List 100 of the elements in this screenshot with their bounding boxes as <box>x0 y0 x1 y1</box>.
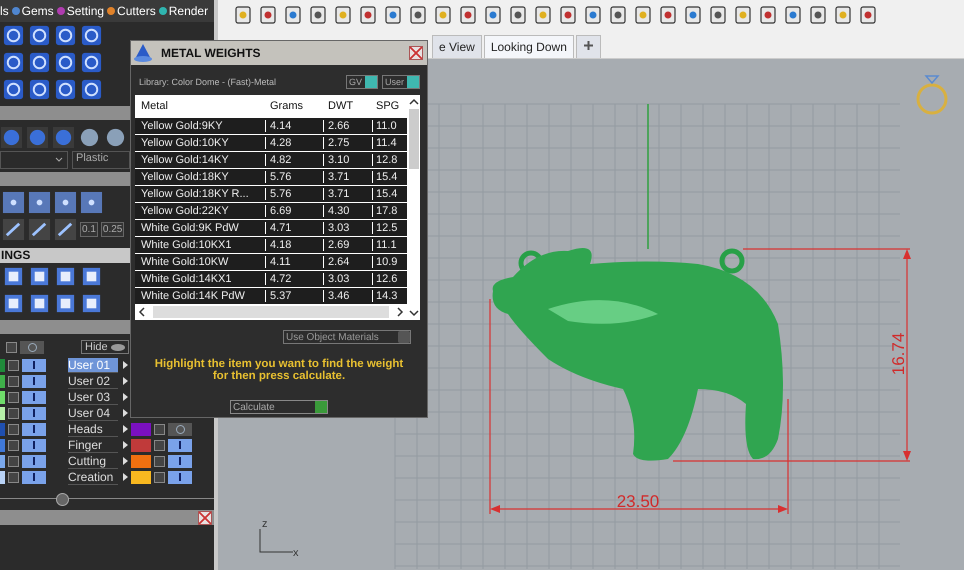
chevron-left-icon[interactable] <box>138 307 146 317</box>
snap-icon[interactable] <box>28 191 51 214</box>
tool-icon[interactable] <box>54 78 77 101</box>
table-cell-text: Yellow Gold:22KY <box>140 205 230 217</box>
chevron-down-icon[interactable] <box>408 309 418 317</box>
layer-color-swatch[interactable] <box>131 422 151 436</box>
column-header[interactable]: Metal <box>135 100 265 112</box>
tool-icon[interactable] <box>2 51 25 74</box>
layer-color-swatch[interactable] <box>0 454 5 468</box>
layer-color-swatch[interactable] <box>0 422 5 436</box>
menu-tab[interactable]: Gems <box>12 4 54 18</box>
tool-icon[interactable] <box>2 265 25 288</box>
column-header[interactable]: SPG <box>372 100 407 112</box>
tool-icon[interactable] <box>54 24 77 47</box>
layer-color-swatch[interactable] <box>0 374 5 388</box>
table-cell: 3.71 <box>323 188 372 200</box>
tool-icon[interactable] <box>80 51 103 74</box>
visibility-toggle[interactable] <box>20 340 44 354</box>
tool-icon[interactable] <box>28 78 51 101</box>
snap-icon[interactable] <box>2 191 25 214</box>
number-field[interactable]: 0.25 <box>100 222 124 237</box>
layer-name[interactable]: Creation <box>68 470 118 484</box>
close-icon[interactable] <box>409 46 423 60</box>
table-cell: 12.6 <box>372 273 407 285</box>
column-header[interactable]: Grams <box>265 100 323 112</box>
tool-icon[interactable] <box>54 265 77 288</box>
visibility-toggle[interactable] <box>22 374 46 388</box>
close-icon[interactable] <box>198 511 212 525</box>
table-cell: 2.69 <box>323 239 372 251</box>
visibility-toggle[interactable] <box>22 406 46 420</box>
visibility-toggle[interactable] <box>22 422 46 436</box>
toggle-switch[interactable]: User <box>382 75 420 89</box>
hide-toggle[interactable]: Hide <box>81 340 129 354</box>
add-tab-button[interactable] <box>576 35 601 58</box>
tool-icon[interactable] <box>54 51 77 74</box>
menu-tab[interactable]: Cutters <box>107 4 156 18</box>
visibility-toggle[interactable] <box>22 390 46 404</box>
visibility-toggle[interactable] <box>168 470 192 484</box>
use-object-materials-toggle[interactable]: Use Object Materials <box>283 330 411 344</box>
layer-color-swatch[interactable] <box>131 470 151 484</box>
dimension-label: 16.74 <box>889 332 908 376</box>
checkbox[interactable] <box>398 331 410 343</box>
calculate-button[interactable]: Calculate <box>230 400 328 414</box>
tool-icon[interactable] <box>2 24 25 47</box>
number-field[interactable]: 0.1 <box>80 222 98 237</box>
visibility-toggle[interactable] <box>168 454 192 468</box>
table-cell-text: White Gold:14KX1 <box>140 273 232 285</box>
dialog-title: METAL WEIGHTS <box>161 46 262 60</box>
visibility-toggle[interactable] <box>22 470 46 484</box>
snap-icon[interactable] <box>54 191 77 214</box>
tool-icon[interactable] <box>2 78 25 101</box>
layer-name[interactable]: Finger <box>68 438 118 452</box>
tool-icon[interactable] <box>80 265 103 288</box>
table-cell: 4.18 <box>265 239 323 251</box>
tool-icon[interactable] <box>2 292 25 315</box>
visibility-toggle[interactable] <box>22 358 46 372</box>
layer-name[interactable]: User 03 <box>68 390 118 404</box>
layer-color-swatch[interactable] <box>0 390 5 404</box>
tool-icon[interactable] <box>80 78 103 101</box>
menu-tab[interactable]: ls <box>0 4 9 18</box>
tool-icon[interactable] <box>80 292 103 315</box>
table-cell-text: Yellow Gold:18KY <box>140 171 230 183</box>
chevron-right-icon[interactable] <box>396 307 404 317</box>
layer-color-swatch[interactable] <box>0 406 5 420</box>
toggle-switch[interactable]: GV <box>346 75 378 89</box>
table-cell: 4.11 <box>265 256 323 268</box>
layer-name[interactable]: Heads <box>68 422 118 436</box>
table-cell: 3.71 <box>323 171 372 183</box>
material-dropdown[interactable]: Plastic <box>72 151 130 169</box>
layer-name[interactable]: Cutting <box>68 454 118 468</box>
table-cell: 15.4 <box>372 171 407 183</box>
menu-tab[interactable]: Render <box>158 4 208 18</box>
view-tab[interactable]: e View <box>432 35 482 58</box>
tool-icon[interactable] <box>28 265 51 288</box>
layer-color-swatch[interactable] <box>0 470 5 484</box>
menu-tab[interactable]: Setting <box>56 4 104 18</box>
tool-icon[interactable] <box>80 24 103 47</box>
layer-name[interactable]: User 04 <box>68 406 118 420</box>
table-cell: 4.72 <box>265 273 323 285</box>
layer-color-swatch[interactable] <box>131 454 151 468</box>
tool-icon[interactable] <box>28 24 51 47</box>
layer-color-swatch[interactable] <box>131 438 151 452</box>
view-tab[interactable]: Looking Down <box>484 35 574 58</box>
visibility-toggle[interactable] <box>22 454 46 468</box>
layer-color-swatch[interactable] <box>0 438 5 452</box>
layer-name[interactable]: User 02 <box>68 374 118 388</box>
tool-icon[interactable] <box>28 292 51 315</box>
chevron-up-icon[interactable] <box>408 98 418 106</box>
scrollbar-thumb[interactable] <box>153 306 389 318</box>
visibility-toggle[interactable] <box>168 422 192 436</box>
table-cell-text: Yellow Gold:9KY <box>140 120 224 132</box>
visibility-toggle[interactable] <box>168 438 192 452</box>
visibility-toggle[interactable] <box>22 438 46 452</box>
tool-icon[interactable] <box>54 292 77 315</box>
collapse-handle[interactable] <box>56 492 68 506</box>
tool-icon[interactable] <box>28 51 51 74</box>
scrollbar-thumb[interactable] <box>408 109 418 169</box>
column-header[interactable]: DWT <box>323 100 372 112</box>
axis-label: x <box>293 547 298 559</box>
layer-color-swatch[interactable] <box>0 358 5 372</box>
